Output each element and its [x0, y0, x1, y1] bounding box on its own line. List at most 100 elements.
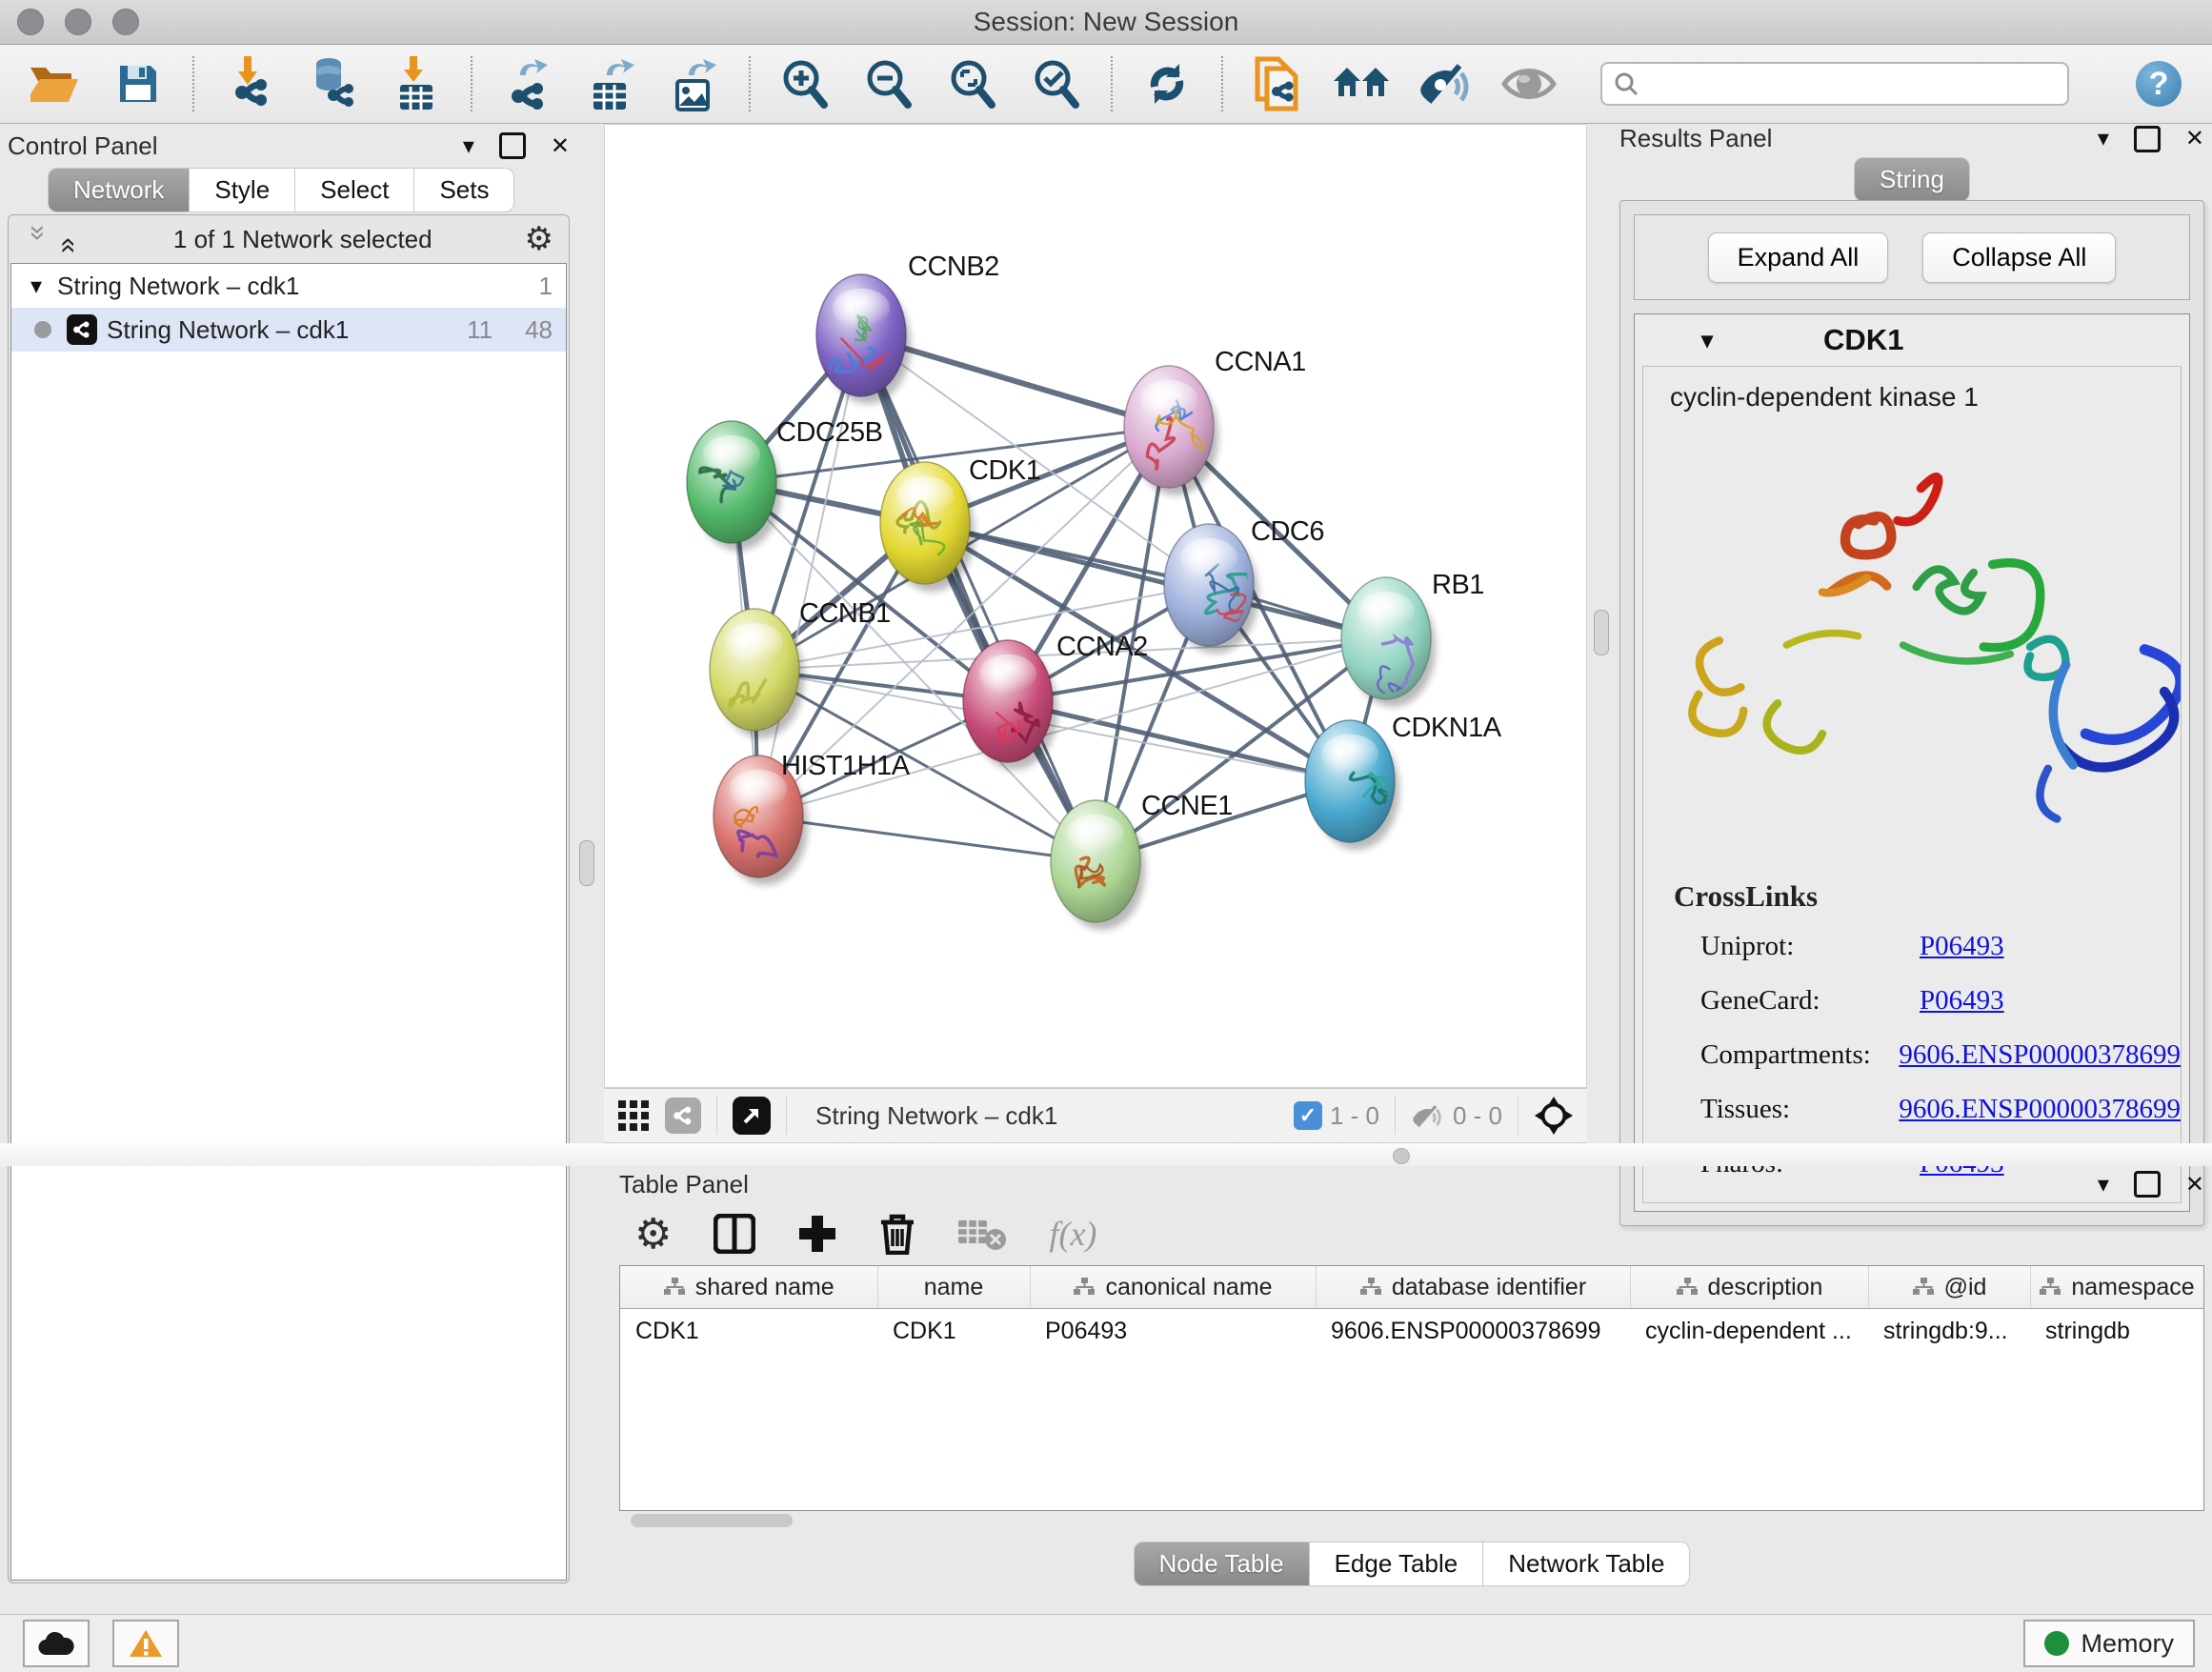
- column-header-namespace[interactable]: namespace: [2030, 1266, 2203, 1309]
- scrollbar-thumb[interactable]: [631, 1514, 793, 1527]
- left-splitter-handle[interactable]: [579, 840, 594, 886]
- toolbar-search-input[interactable]: [1646, 70, 2056, 98]
- detach-view-icon[interactable]: [733, 1097, 771, 1135]
- table-tab-node-table[interactable]: Node Table: [1134, 1541, 1310, 1586]
- zoom-out-icon[interactable]: [859, 54, 918, 113]
- panel-float-icon[interactable]: [2134, 126, 2161, 152]
- table-cell[interactable]: cyclin-dependent ...: [1630, 1309, 1868, 1354]
- table-cell[interactable]: CDK1: [620, 1309, 877, 1354]
- function-builder-icon[interactable]: f(x): [1049, 1214, 1096, 1254]
- tree-expand-icon[interactable]: ▾: [30, 272, 42, 300]
- table-cell[interactable]: stringdb: [2030, 1309, 2203, 1354]
- export-image-icon[interactable]: [665, 54, 724, 113]
- splitter-handle-dot[interactable]: [1393, 1148, 1410, 1164]
- expand-all-icon[interactable]: »: [50, 225, 83, 253]
- import-table-icon[interactable]: [387, 54, 446, 113]
- crosslink-link[interactable]: P06493: [1920, 985, 2004, 1017]
- gene-expand-icon[interactable]: ▾: [1701, 327, 1713, 354]
- panel-menu-icon[interactable]: ▾: [2098, 1171, 2109, 1199]
- column-header-name[interactable]: name: [877, 1266, 1030, 1309]
- crosslink-link[interactable]: P06493: [1920, 931, 2004, 962]
- panel-close-icon[interactable]: ✕: [551, 132, 570, 160]
- table-cell[interactable]: 9606.ENSP00000378699: [1316, 1309, 1630, 1354]
- column-header-database-identifier[interactable]: database identifier: [1316, 1266, 1630, 1309]
- panel-close-icon[interactable]: ✕: [2185, 1171, 2204, 1199]
- node-CCNA2[interactable]: CCNA2: [963, 632, 1148, 770]
- table-hscrollbar[interactable]: [619, 1511, 2204, 1532]
- column-header--id[interactable]: @id: [1868, 1266, 2030, 1309]
- help-icon[interactable]: ?: [2136, 61, 2182, 107]
- panel-menu-icon[interactable]: ▾: [463, 132, 474, 160]
- network-row[interactable]: String Network – cdk1 11 48: [11, 308, 566, 352]
- node-table[interactable]: shared namenamecanonical namedatabase id…: [619, 1265, 2204, 1511]
- add-column-icon[interactable]: [797, 1214, 837, 1254]
- panel-close-icon[interactable]: ✕: [2185, 125, 2204, 152]
- node-CDKN1A[interactable]: CDKN1A: [1305, 713, 1502, 850]
- table-cell[interactable]: CDK1: [877, 1309, 1030, 1354]
- show-hide-view-icon[interactable]: [1499, 54, 1558, 113]
- show-columns-icon[interactable]: [714, 1214, 755, 1254]
- expand-all-button[interactable]: Expand All: [1708, 232, 1889, 283]
- apply-layout-icon[interactable]: [1137, 54, 1196, 113]
- node-CDC6[interactable]: CDC6: [1164, 516, 1324, 654]
- tab-network[interactable]: Network: [48, 168, 190, 212]
- collapse-all-button[interactable]: Collapse All: [1922, 232, 2116, 283]
- delete-column-icon[interactable]: [879, 1213, 915, 1255]
- zoom-fit-icon[interactable]: [943, 54, 1002, 113]
- edge-HIST1H1A-CCNE1[interactable]: [758, 816, 1096, 861]
- grid-view-icon[interactable]: [617, 1099, 650, 1132]
- column-header-shared-name[interactable]: shared name: [620, 1266, 877, 1309]
- zoom-in-icon[interactable]: [775, 54, 835, 113]
- node-CCNB2[interactable]: CCNB2: [814, 252, 999, 404]
- export-network-icon[interactable]: [497, 54, 556, 113]
- crosslink-link[interactable]: 9606.ENSP00000378699: [1899, 1039, 2181, 1071]
- birdseye-navigator-icon[interactable]: [1534, 1096, 1574, 1136]
- export-table-icon[interactable]: [581, 54, 640, 113]
- first-neighbors-icon[interactable]: [1332, 54, 1391, 113]
- graphics-details-icon[interactable]: [1416, 54, 1475, 113]
- tab-select[interactable]: Select: [295, 168, 414, 212]
- node-label-CCNA1: CCNA1: [1215, 347, 1306, 377]
- delete-table-icon[interactable]: [957, 1217, 1007, 1251]
- node-CDC25B[interactable]: CDC25B: [687, 417, 882, 551]
- table-row[interactable]: CDK1CDK1P064939606.ENSP00000378699cyclin…: [620, 1309, 2203, 1354]
- network-selection-summary: 1 of 1 Network selected: [81, 225, 525, 254]
- network-collection-row[interactable]: ▾ String Network – cdk1 1: [11, 264, 566, 308]
- network-options-gear-icon[interactable]: ⚙: [525, 220, 553, 258]
- horizontal-splitter[interactable]: [0, 1143, 2212, 1166]
- save-session-icon[interactable]: [109, 54, 168, 113]
- network-overview-icon[interactable]: [665, 1098, 701, 1134]
- collapse-all-icon[interactable]: »: [22, 225, 54, 253]
- memory-button[interactable]: Memory: [2023, 1620, 2195, 1667]
- crosslink-link[interactable]: 9606.ENSP00000378699: [1899, 1094, 2181, 1125]
- edge-CCNB2-HIST1H1A[interactable]: [758, 335, 861, 816]
- node-CCNE1[interactable]: CCNE1: [1051, 791, 1233, 930]
- selected-checkbox-icon[interactable]: ✓: [1294, 1101, 1322, 1130]
- table-cell[interactable]: stringdb:9...: [1868, 1309, 2030, 1354]
- open-session-icon[interactable]: [25, 54, 84, 113]
- edge-CCNB2-CCNE1[interactable]: [861, 335, 1096, 861]
- edge-CCNA2-CDKN1A[interactable]: [1008, 701, 1350, 781]
- cloud-status-button[interactable]: [23, 1620, 90, 1667]
- column-header-canonical-name[interactable]: canonical name: [1030, 1266, 1316, 1309]
- import-network-database-icon[interactable]: [303, 54, 362, 113]
- panel-float-icon[interactable]: [2134, 1171, 2161, 1198]
- network-canvas[interactable]: CCNB2CCNA1CDC25BCDK1CDC6RB1CCNB1CCNA2CDK…: [604, 124, 1587, 1088]
- tab-style[interactable]: Style: [190, 168, 295, 212]
- warning-status-button[interactable]: [112, 1620, 179, 1667]
- table-tab-network-table[interactable]: Network Table: [1483, 1541, 1690, 1586]
- table-options-gear-icon[interactable]: ⚙: [634, 1210, 672, 1259]
- table-tab-edge-table[interactable]: Edge Table: [1310, 1541, 1484, 1586]
- node-HIST1H1A[interactable]: HIST1H1A: [714, 751, 911, 885]
- panel-menu-icon[interactable]: ▾: [2098, 125, 2109, 152]
- table-cell[interactable]: P06493: [1030, 1309, 1316, 1354]
- network-from-selection-icon[interactable]: [1248, 54, 1307, 113]
- tab-sets[interactable]: Sets: [414, 168, 514, 212]
- panel-float-icon[interactable]: [499, 132, 526, 159]
- right-splitter-handle[interactable]: [1594, 610, 1609, 655]
- node-RB1[interactable]: RB1: [1341, 570, 1484, 707]
- import-network-icon[interactable]: [219, 54, 278, 113]
- zoom-selected-icon[interactable]: [1027, 54, 1086, 113]
- tab-string[interactable]: String: [1854, 157, 1970, 202]
- column-header-description[interactable]: description: [1630, 1266, 1868, 1309]
